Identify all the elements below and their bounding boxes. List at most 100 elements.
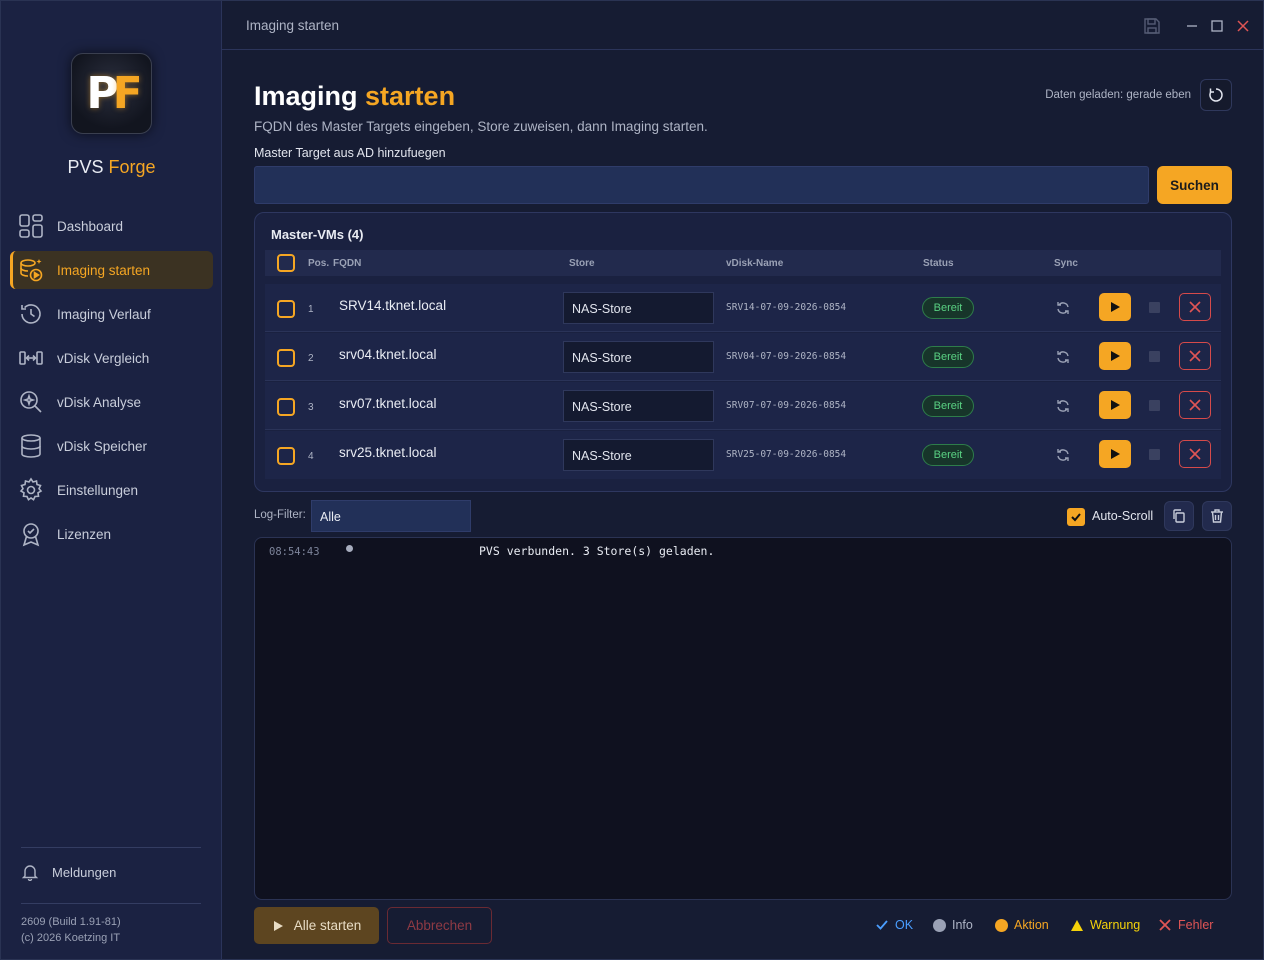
app-name-part1: PVS bbox=[67, 157, 104, 177]
row-fqdn: srv04.tknet.local bbox=[339, 347, 437, 362]
autoscroll-label: Auto-Scroll bbox=[1092, 509, 1154, 523]
sidebar-divider bbox=[21, 847, 201, 848]
info-dot-icon bbox=[933, 918, 946, 932]
sidebar-item-label: Imaging Verlauf bbox=[57, 306, 151, 322]
play-icon bbox=[273, 920, 283, 931]
ad-target-label: Master Target aus AD hinzufuegen bbox=[254, 146, 446, 160]
remove-button[interactable] bbox=[1179, 293, 1211, 321]
dashboard-icon bbox=[19, 214, 43, 238]
row-store-select[interactable]: NAS-Store bbox=[563, 292, 714, 324]
sync-icon[interactable] bbox=[1055, 300, 1071, 316]
play-icon bbox=[1111, 400, 1120, 410]
row-checkbox[interactable] bbox=[277, 300, 295, 318]
window-title: Imaging starten bbox=[246, 18, 340, 33]
legend-fehler: Fehler bbox=[1158, 918, 1213, 932]
ad-target-input[interactable] bbox=[254, 166, 1149, 204]
sidebar-item-vdisk-speicher[interactable]: vDisk Speicher bbox=[10, 427, 213, 465]
status-badge: Bereit bbox=[922, 346, 974, 368]
database-icon bbox=[21, 434, 41, 458]
start-button[interactable] bbox=[1099, 293, 1131, 321]
table-row: 4 srv25.tknet.local NAS-Store SRV25-07-0… bbox=[265, 431, 1221, 479]
select-all-checkbox[interactable] bbox=[277, 254, 295, 272]
search-button[interactable]: Suchen bbox=[1157, 166, 1232, 204]
log-view[interactable]: 08:54:43 PVS verbunden. 3 Store(s) gelad… bbox=[254, 537, 1232, 900]
close-icon[interactable] bbox=[1233, 16, 1253, 36]
sidebar-item-dashboard[interactable]: Dashboard bbox=[10, 207, 213, 245]
sidebar-item-label: Imaging starten bbox=[57, 262, 151, 278]
legend-label: Fehler bbox=[1178, 918, 1214, 932]
refresh-button[interactable] bbox=[1200, 79, 1232, 111]
row-checkbox[interactable] bbox=[277, 447, 295, 465]
start-button[interactable] bbox=[1099, 440, 1131, 468]
sidebar-item-vdisk-analyse[interactable]: vDisk Analyse bbox=[10, 383, 213, 421]
remove-button[interactable] bbox=[1179, 342, 1211, 370]
sync-icon[interactable] bbox=[1055, 398, 1071, 414]
sidebar-nav: Dashboard Imaging starten Imaging Verlau… bbox=[10, 207, 213, 559]
start-button[interactable] bbox=[1099, 342, 1131, 370]
stop-button[interactable] bbox=[1149, 400, 1160, 411]
start-all-button[interactable]: Alle starten bbox=[254, 907, 379, 944]
header-pos: Pos. bbox=[308, 258, 330, 269]
table-row: 3 srv07.tknet.local NAS-Store SRV07-07-0… bbox=[265, 382, 1221, 430]
copy-icon bbox=[1173, 509, 1185, 523]
loaded-status: Daten geladen: gerade eben bbox=[1045, 89, 1191, 101]
header-fqdn: FQDN bbox=[333, 258, 362, 269]
status-badge: Bereit bbox=[922, 297, 974, 319]
save-icon[interactable] bbox=[1142, 16, 1162, 36]
notifications-link[interactable]: Meldungen bbox=[21, 863, 116, 881]
cancel-button[interactable]: Abbrechen bbox=[387, 907, 492, 944]
status-badge: Bereit bbox=[922, 444, 974, 466]
bell-icon bbox=[21, 865, 39, 881]
sidebar-item-label: Einstellungen bbox=[57, 482, 139, 498]
sidebar-item-label: vDisk Speicher bbox=[57, 438, 148, 454]
row-vdisk-name: SRV07-07-09-2026-0854 bbox=[726, 400, 847, 411]
row-store-select[interactable]: NAS-Store bbox=[563, 439, 714, 471]
log-filter-select[interactable]: Alle bbox=[311, 500, 471, 532]
gear-icon bbox=[19, 477, 43, 501]
header-vdisk: vDisk-Name bbox=[726, 258, 784, 269]
sidebar-item-lizenzen[interactable]: Lizenzen bbox=[10, 515, 213, 553]
sidebar: PF PVS Forge Dashboard Imaging starten I… bbox=[1, 1, 222, 959]
status-badge: Bereit bbox=[922, 395, 974, 417]
play-icon bbox=[1111, 302, 1120, 312]
start-button[interactable] bbox=[1099, 391, 1131, 419]
compare-icon bbox=[19, 351, 43, 365]
page-title: Imaging starten bbox=[254, 81, 455, 112]
history-icon bbox=[21, 304, 41, 324]
autoscroll-checkbox[interactable] bbox=[1067, 508, 1085, 526]
stop-button[interactable] bbox=[1149, 449, 1160, 460]
sidebar-item-label: vDisk Analyse bbox=[57, 394, 142, 410]
sync-icon[interactable] bbox=[1055, 447, 1071, 463]
title-bar: Imaging starten bbox=[222, 1, 1263, 50]
close-icon bbox=[1189, 448, 1201, 460]
sync-icon[interactable] bbox=[1055, 349, 1071, 365]
sidebar-item-imaging-starten[interactable]: Imaging starten bbox=[10, 251, 213, 289]
row-store-select[interactable]: NAS-Store bbox=[563, 341, 714, 373]
clear-log-button[interactable] bbox=[1202, 501, 1232, 531]
row-checkbox[interactable] bbox=[277, 398, 295, 416]
stop-button[interactable] bbox=[1149, 351, 1160, 362]
stop-button[interactable] bbox=[1149, 302, 1160, 313]
sidebar-divider bbox=[21, 903, 201, 904]
sidebar-item-label: vDisk Vergleich bbox=[57, 350, 150, 366]
app-window: PF PVS Forge Dashboard Imaging starten I… bbox=[0, 0, 1264, 960]
row-store-select[interactable]: NAS-Store bbox=[563, 390, 714, 422]
log-timestamp: 08:54:43 bbox=[269, 546, 320, 558]
copy-log-button[interactable] bbox=[1164, 501, 1194, 531]
legend-label: OK bbox=[895, 918, 914, 932]
row-vdisk-name: SRV04-07-09-2026-0854 bbox=[726, 351, 847, 362]
maximize-icon[interactable] bbox=[1207, 16, 1227, 36]
log-filter-label: Log-Filter: bbox=[254, 509, 306, 521]
app-name-part2: Forge bbox=[108, 157, 156, 177]
sidebar-item-label: Dashboard bbox=[57, 218, 124, 234]
legend-warnung: Warnung bbox=[1070, 918, 1140, 932]
sidebar-item-imaging-verlauf[interactable]: Imaging Verlauf bbox=[10, 295, 213, 333]
minimize-icon[interactable] bbox=[1182, 16, 1202, 36]
row-checkbox[interactable] bbox=[277, 349, 295, 367]
header-store: Store bbox=[569, 258, 595, 269]
remove-button[interactable] bbox=[1179, 391, 1211, 419]
remove-button[interactable] bbox=[1179, 440, 1211, 468]
sidebar-item-einstellungen[interactable]: Einstellungen bbox=[10, 471, 213, 509]
legend-label: Info bbox=[952, 918, 973, 932]
sidebar-item-vdisk-vergleich[interactable]: vDisk Vergleich bbox=[10, 339, 213, 377]
